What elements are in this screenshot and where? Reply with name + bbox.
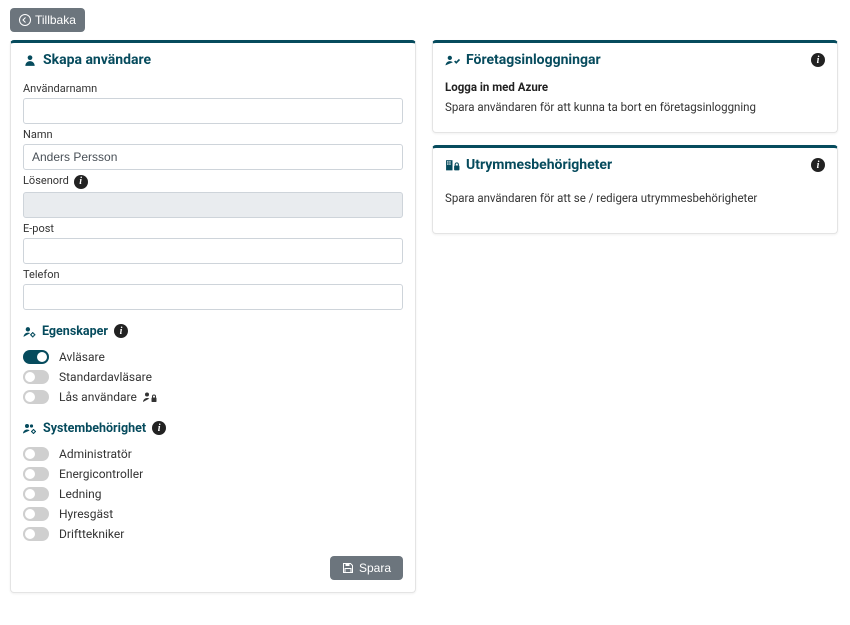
toggle-label: Hyresgäst [59, 507, 113, 521]
toggle-avlasare[interactable] [23, 350, 49, 364]
space-permissions-hint: Spara användaren för att se / redigera u… [445, 185, 825, 215]
save-button-label: Spara [359, 561, 391, 575]
info-icon[interactable]: i [74, 175, 88, 189]
username-input[interactable] [23, 98, 403, 124]
toggle-drifttekniker[interactable] [23, 527, 49, 541]
info-icon[interactable]: i [811, 158, 825, 172]
info-icon[interactable]: i [811, 53, 825, 67]
back-button-label: Tillbaka [35, 13, 76, 27]
info-icon[interactable]: i [152, 421, 166, 435]
back-button[interactable]: Tillbaka [10, 8, 85, 32]
enterprise-login-card: Företagsinloggningar i Logga in med Azur… [432, 40, 838, 133]
toggle-label: Energicontroller [59, 467, 143, 481]
toggle-label: Drifttekniker [59, 527, 124, 541]
toggle-label: Ledning [59, 487, 102, 501]
toggle-administrator[interactable] [23, 447, 49, 461]
sysperm-heading: Systembehörighet i [23, 421, 403, 436]
toggle-standardavlasare[interactable] [23, 370, 49, 384]
toggle-label: Lås användare [59, 390, 137, 404]
phone-label: Telefon [23, 268, 403, 281]
save-icon [342, 562, 354, 574]
user-cog-icon [23, 325, 36, 338]
save-button[interactable]: Spara [330, 556, 403, 580]
user-icon [23, 53, 37, 67]
toggle-label: Avläsare [59, 350, 105, 364]
space-permissions-title: Utrymmesbehörigheter [466, 157, 612, 173]
toggle-label: Administratör [59, 447, 132, 461]
user-check-icon [445, 53, 460, 67]
user-lock-icon [143, 391, 157, 403]
password-input [23, 192, 403, 218]
properties-heading: Egenskaper i [23, 324, 403, 339]
arrow-left-icon [19, 14, 31, 26]
create-user-card: Skapa användare Användarnamn Namn Löseno… [10, 40, 416, 593]
email-input[interactable] [23, 238, 403, 264]
users-cog-icon [23, 422, 37, 435]
enterprise-hint: Spara användaren för att kunna ta bort e… [445, 100, 825, 114]
info-icon[interactable]: i [114, 324, 128, 338]
toggle-energicontroller[interactable] [23, 467, 49, 481]
toggle-ledning[interactable] [23, 487, 49, 501]
name-label: Namn [23, 128, 403, 141]
name-input[interactable] [23, 144, 403, 170]
azure-login-label: Logga in med Azure [445, 80, 825, 94]
email-label: E-post [23, 222, 403, 235]
building-lock-icon [445, 158, 460, 172]
space-permissions-card: Utrymmesbehörigheter i Spara användaren … [432, 145, 838, 234]
username-label: Användarnamn [23, 82, 403, 95]
toggle-hyresgast[interactable] [23, 507, 49, 521]
create-user-title: Skapa användare [43, 52, 151, 68]
toggle-lock-user[interactable] [23, 390, 49, 404]
enterprise-title: Företagsinloggningar [466, 52, 601, 68]
phone-input[interactable] [23, 284, 403, 310]
toggle-label: Standardavläsare [59, 370, 152, 384]
password-label: Lösenord i [23, 174, 403, 189]
